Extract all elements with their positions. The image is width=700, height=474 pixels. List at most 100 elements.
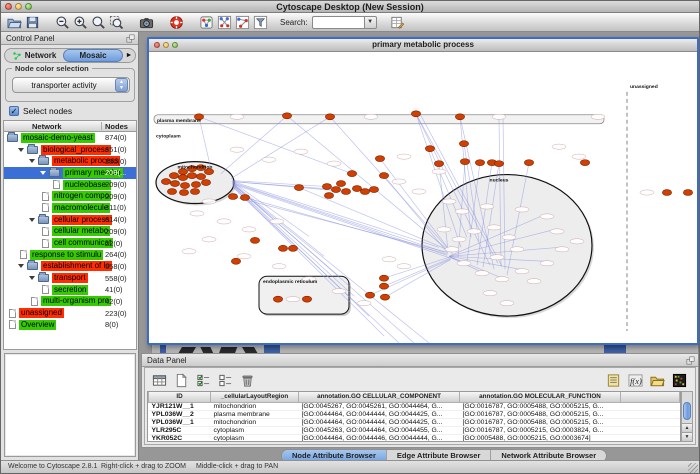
tree-row[interactable]: cellular metabo209(0) — [4, 226, 136, 238]
scrollbar-thumb[interactable] — [683, 402, 691, 420]
table-cell[interactable]: [GO:0045263, GO:0044464, GO:0044455, G..… — [299, 426, 460, 434]
graph-node[interactable] — [411, 111, 420, 117]
tab-network[interactable]: Network — [5, 49, 63, 62]
graph-node[interactable] — [169, 173, 178, 179]
tree-row[interactable]: metabolic process280(0) — [4, 155, 136, 167]
graph-node[interactable] — [282, 113, 291, 119]
graph-node[interactable] — [196, 174, 205, 180]
graph-node[interactable] — [240, 195, 249, 201]
save-button[interactable] — [24, 14, 42, 31]
graph-node[interactable] — [288, 245, 297, 251]
table-row[interactable]: YLR295Ccytoplasm[GO:0045263, GO:0044464,… — [149, 426, 680, 434]
graph-node[interactable] — [336, 181, 345, 187]
tree-row[interactable]: biological_process651(0) — [4, 144, 136, 156]
zoom-selected-button[interactable] — [108, 14, 126, 31]
table-row[interactable]: YPL036W__1mitochondrion[GO:0044464, GO:0… — [149, 418, 680, 426]
graph-node[interactable] — [231, 258, 240, 264]
graph-node[interactable] — [580, 160, 589, 166]
table-column-header[interactable] — [621, 392, 680, 402]
graph-node[interactable] — [341, 189, 350, 195]
tree-row[interactable]: mosaic-demo-yeast874(0) — [4, 132, 136, 144]
tree-row[interactable]: transport558(0) — [4, 272, 136, 284]
graph-node[interactable] — [191, 182, 200, 188]
expand-arrow-icon[interactable] — [18, 148, 24, 155]
resize-grip[interactable] — [688, 463, 698, 473]
table-column-header[interactable]: annotation.GO CELLULAR_COMPONENT — [299, 392, 460, 402]
expand-arrow-icon[interactable] — [18, 264, 24, 271]
expand-arrow-icon[interactable] — [29, 159, 35, 166]
graph-node[interactable] — [379, 173, 388, 179]
table-cell[interactable]: plasma membrane — [211, 410, 299, 418]
table-cell[interactable]: YLR295C — [149, 426, 211, 434]
float-panel-icon[interactable] — [126, 34, 135, 43]
graph-node[interactable] — [324, 193, 333, 199]
table-cell[interactable]: [GO:0016787, GO:0005488, GO:0005215, G..… — [460, 402, 621, 410]
table-cell[interactable]: [GO:0016787, GO:0005488, GO:0005215, G..… — [460, 418, 621, 426]
table-cell[interactable]: YJR121W__1 — [149, 402, 211, 410]
network-canvas[interactable]: plasma membranecytoplasmmitochondrionend… — [149, 52, 697, 343]
tab-node-attribute-browser[interactable]: Node Attribute Browser — [282, 450, 387, 460]
select-all-button[interactable] — [151, 372, 169, 389]
matrix-button[interactable] — [671, 372, 689, 389]
graph-edge[interactable] — [231, 117, 330, 179]
graph-node[interactable] — [434, 161, 443, 167]
graph-node[interactable] — [425, 146, 434, 152]
graph-node[interactable] — [278, 245, 287, 251]
zoom-out-button[interactable] — [54, 14, 72, 31]
filter-button[interactable] — [252, 14, 270, 31]
table-cell[interactable]: YPL036W__2 — [149, 410, 211, 418]
delete-attribute-button[interactable] — [239, 372, 257, 389]
graph-node[interactable] — [331, 187, 340, 193]
table-cell[interactable]: [GO:0045267, GO:0045261, GO:0044464, G..… — [299, 402, 460, 410]
tree-row[interactable]: cell communicat22(0) — [4, 237, 136, 249]
tab-overflow-arrow-icon[interactable]: ► — [123, 52, 135, 59]
table-column-header[interactable]: _cellularLayoutRegion — [211, 392, 299, 402]
graph-node[interactable] — [273, 296, 282, 302]
graph-node[interactable] — [379, 283, 388, 289]
tree-row[interactable]: nucleobase-209(0) — [4, 179, 136, 191]
table-row[interactable]: YJR121W__1mitochondrion[GO:0045267, GO:0… — [149, 402, 680, 410]
float-panel-icon[interactable] — [686, 356, 695, 365]
graph-node[interactable] — [683, 190, 692, 196]
layout-b-button[interactable] — [234, 14, 252, 31]
graph-node[interactable] — [475, 160, 484, 166]
graph-node[interactable] — [179, 190, 188, 196]
tree-row[interactable]: nitrogen compo209(0) — [4, 190, 136, 202]
table-column-header[interactable]: ID — [149, 392, 211, 402]
graph-node[interactable] — [379, 275, 388, 281]
table-cell[interactable]: [GO:0044464, GO:0044446, GO:0044444, G..… — [299, 434, 460, 442]
table-cell[interactable]: [GO:0005488, GO:0005215, GO:0003674] — [460, 434, 621, 442]
open-folder-button[interactable] — [6, 14, 24, 31]
graph-node[interactable] — [161, 179, 170, 185]
graph-node[interactable] — [347, 171, 356, 177]
graph-node[interactable] — [167, 189, 176, 195]
attribute-list-button[interactable] — [605, 372, 623, 389]
graph-edge[interactable] — [221, 116, 287, 174]
tree-row[interactable]: response to stimulu264(0) — [4, 249, 136, 261]
search-dropdown-arrow-icon[interactable]: ▼ — [364, 16, 377, 29]
graph-node[interactable] — [178, 175, 187, 181]
table-cell[interactable]: YPL036W__1 — [149, 418, 211, 426]
graph-node[interactable] — [228, 194, 237, 200]
tree-row[interactable]: Overview8(0) — [4, 319, 136, 331]
network-view-titlebar[interactable]: primary metabolic process — [149, 39, 697, 52]
table-column-header[interactable]: annotation.GO MOLECULAR_FUNCTION — [460, 392, 621, 402]
function-builder-button[interactable] — [627, 372, 645, 389]
graph-node[interactable] — [180, 183, 189, 189]
tree-row[interactable]: unassigned223(0) — [4, 307, 136, 319]
table-cell[interactable]: [GO:0044464, GO:0044444, GO:0044425, G..… — [299, 418, 460, 426]
graph-edge[interactable] — [287, 116, 447, 250]
table-scrollbar[interactable]: ▲ ▼ — [681, 391, 693, 442]
expand-arrow-icon[interactable] — [29, 276, 35, 283]
graph-node[interactable] — [455, 114, 464, 120]
graph-node[interactable] — [459, 141, 468, 147]
select-attributes-button[interactable] — [195, 372, 213, 389]
zoom-fit-button[interactable] — [90, 14, 108, 31]
import-attributes-button[interactable] — [649, 372, 667, 389]
snapshot-button[interactable] — [138, 14, 156, 31]
table-row[interactable]: YKR052Ccytoplasm[GO:0044464, GO:0044446,… — [149, 434, 680, 442]
table-cell[interactable]: mitochondrion — [211, 402, 299, 410]
graph-edge[interactable] — [234, 185, 451, 259]
birdseye-overview-panel[interactable] — [4, 353, 136, 457]
graph-node[interactable] — [365, 292, 374, 298]
